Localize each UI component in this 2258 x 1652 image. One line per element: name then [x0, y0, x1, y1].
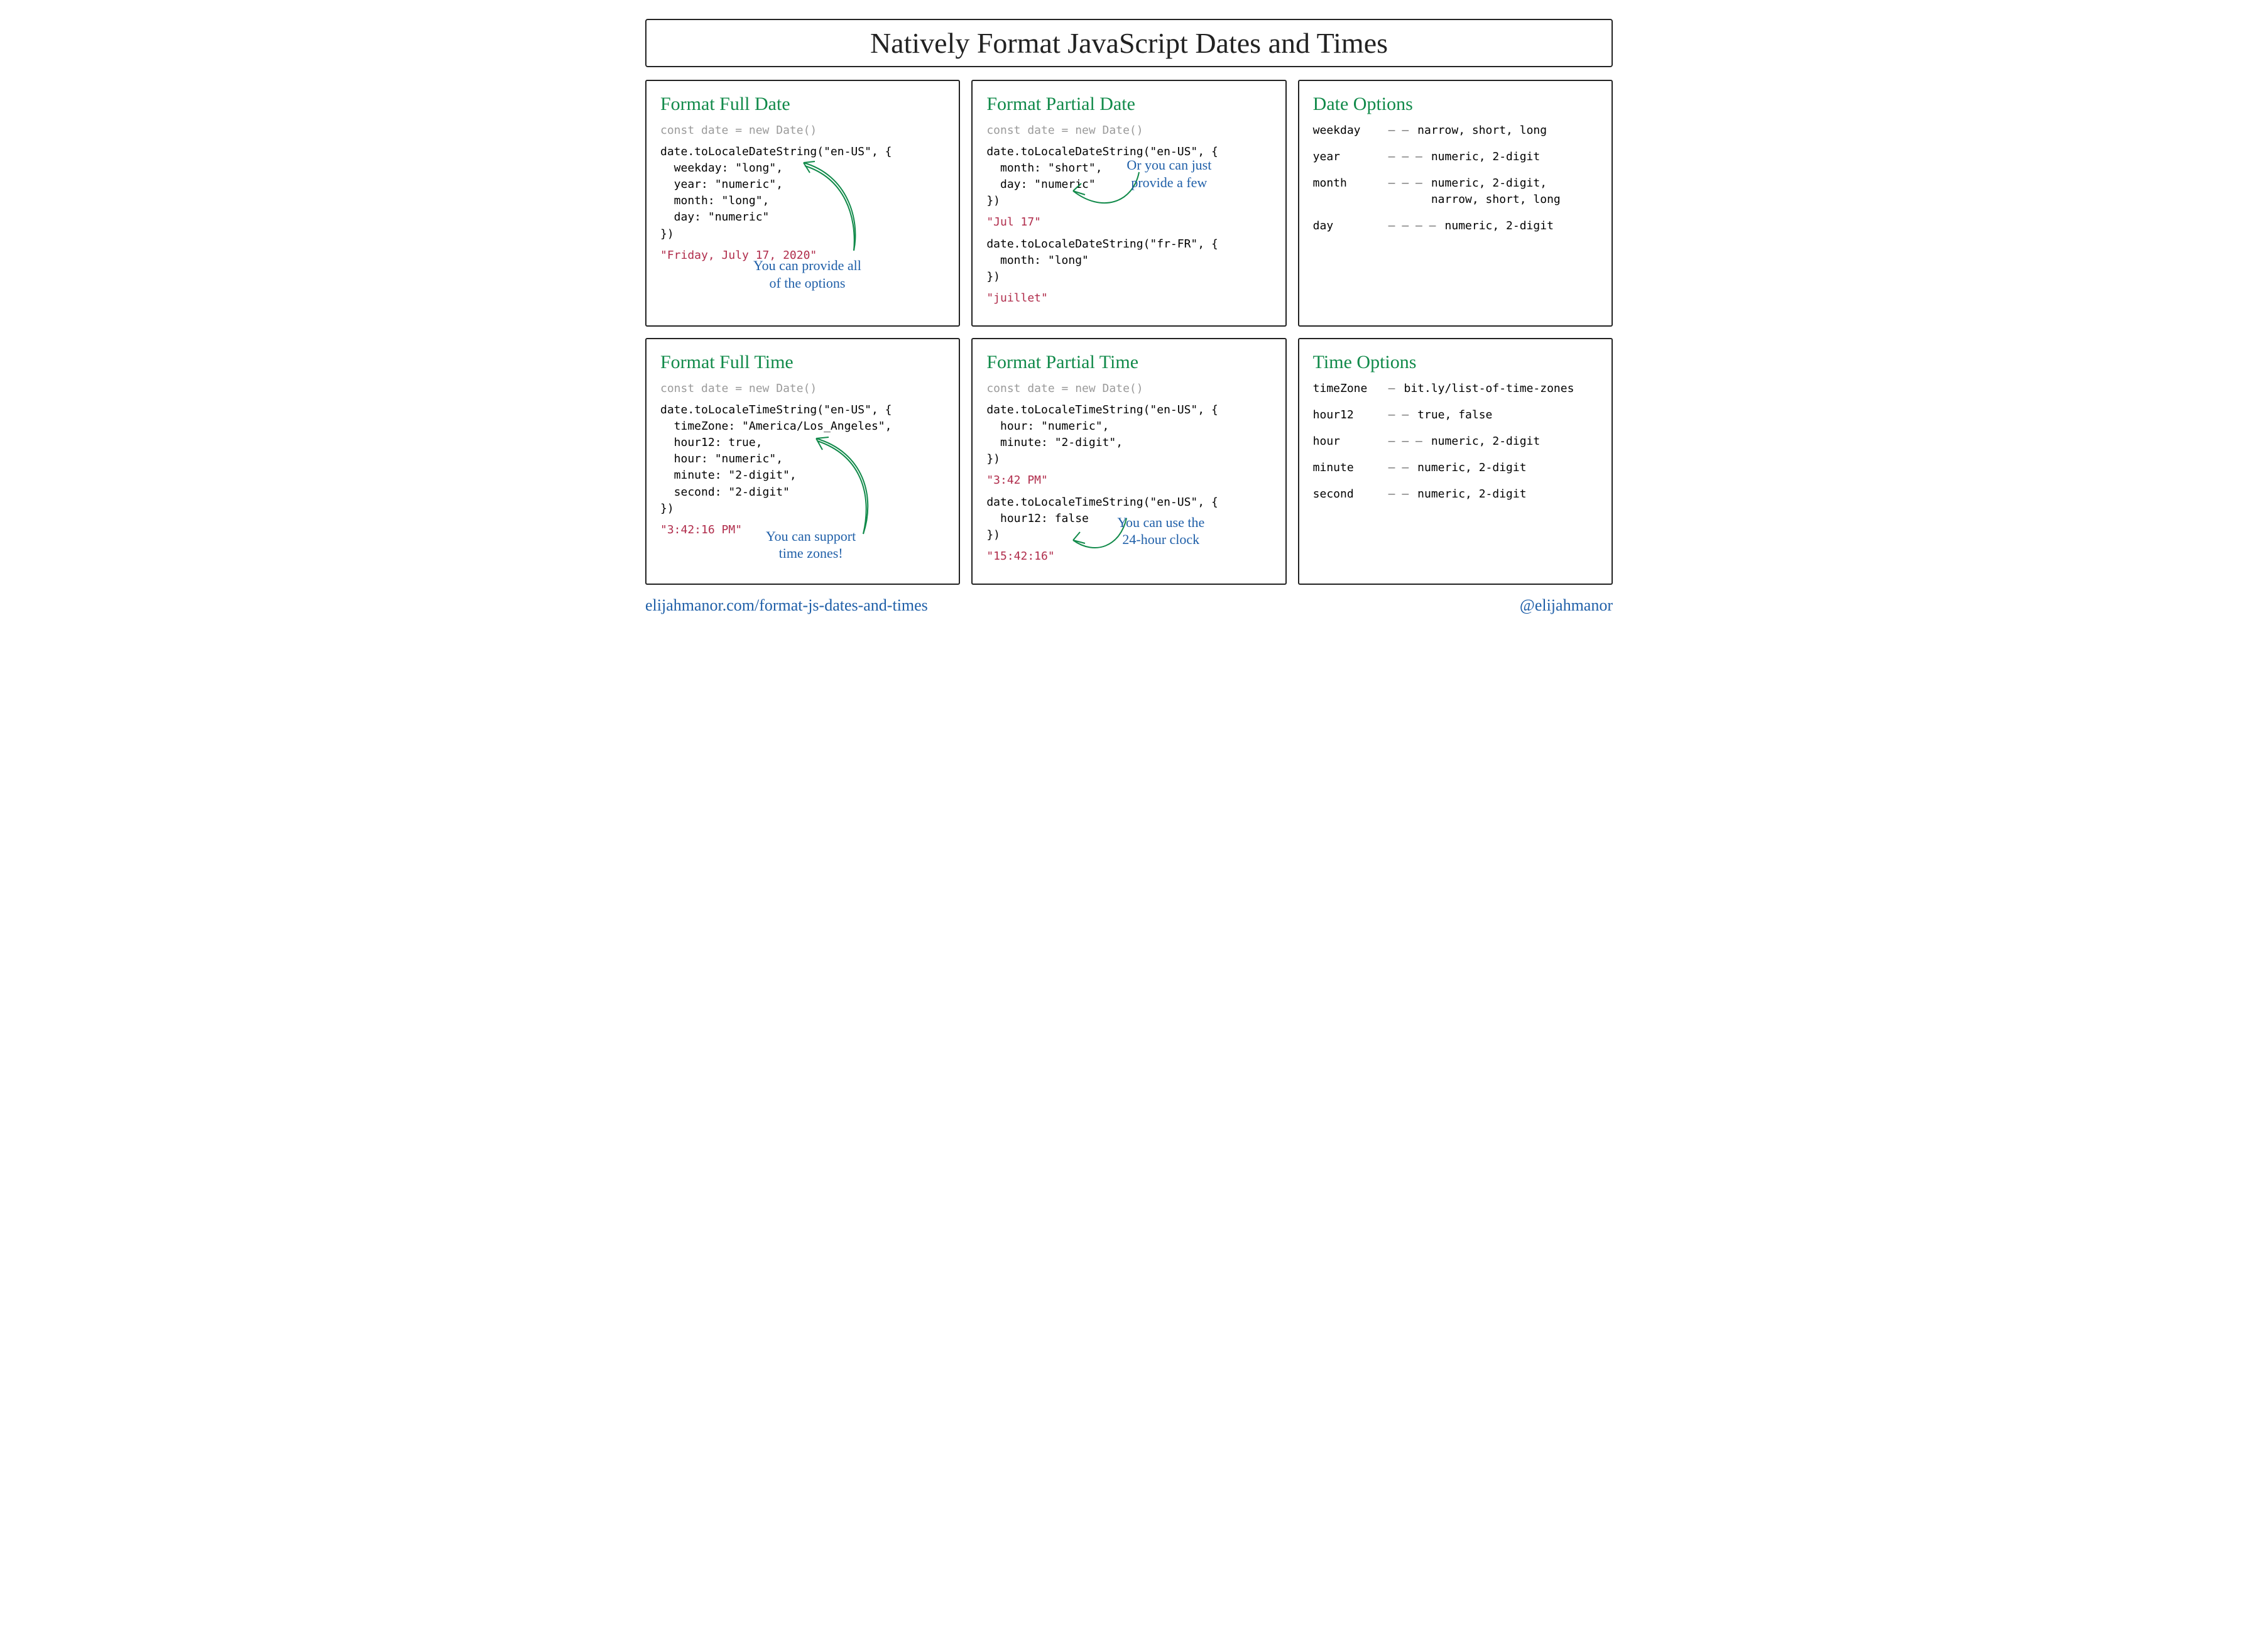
option-row: day — — — — numeric, 2-digit [1313, 218, 1598, 234]
code-output: "15:42:16" [986, 548, 1271, 565]
option-key: timeZone [1313, 381, 1388, 397]
option-key: hour12 [1313, 407, 1388, 423]
code-block: date.toLocaleDateString("fr-FR", { month… [986, 236, 1271, 285]
option-dash: — — [1388, 407, 1418, 423]
code-declaration: const date = new Date() [986, 122, 1271, 139]
option-row: month — — — numeric, 2-digit, narrow, sh… [1313, 175, 1598, 208]
option-key: day [1313, 218, 1388, 234]
panel-heading: Format Partial Date [986, 94, 1271, 115]
option-values: true, false [1417, 407, 1598, 423]
options-table: timeZone — bit.ly/list-of-time-zones hou… [1313, 381, 1598, 503]
option-key: weekday [1313, 122, 1388, 139]
option-key: minute [1313, 460, 1388, 476]
option-dash: — — — [1388, 433, 1431, 450]
page-title: Natively Format JavaScript Dates and Tim… [659, 26, 1599, 60]
option-row: year — — — numeric, 2-digit [1313, 149, 1598, 165]
code-output: "Jul 17" [986, 214, 1271, 231]
code-declaration: const date = new Date() [986, 381, 1271, 397]
page: Natively Format JavaScript Dates and Tim… [645, 19, 1613, 615]
code-block: date.toLocaleTimeString("en-US", { hour:… [986, 402, 1271, 467]
footer: elijahmanor.com/format-js-dates-and-time… [645, 596, 1613, 615]
code-block: date.toLocaleDateString("en-US", { month… [986, 144, 1271, 209]
panel-heading: Format Partial Time [986, 352, 1271, 373]
code-output: "Friday, July 17, 2020" [660, 247, 945, 264]
option-row: weekday — — narrow, short, long [1313, 122, 1598, 139]
code-block: date.toLocaleTimeString("en-US", { hour1… [986, 494, 1271, 543]
footer-handle: @elijahmanor [1520, 596, 1613, 615]
option-values: bit.ly/list-of-time-zones [1404, 381, 1598, 397]
option-values: numeric, 2-digit, narrow, short, long [1431, 175, 1598, 208]
panel-format-full-date: Format Full Date const date = new Date()… [645, 80, 960, 327]
code-block: date.toLocaleTimeString("en-US", { timeZ… [660, 402, 945, 517]
option-key: year [1313, 149, 1388, 165]
panel-grid: Format Full Date const date = new Date()… [645, 80, 1613, 585]
option-values: numeric, 2-digit [1445, 218, 1598, 234]
option-key: hour [1313, 433, 1388, 450]
panel-heading: Format Full Time [660, 352, 945, 373]
option-key: month [1313, 175, 1388, 208]
panel-heading: Format Full Date [660, 94, 945, 115]
code-output: "3:42 PM" [986, 472, 1271, 489]
option-row: hour — — — numeric, 2-digit [1313, 433, 1598, 450]
code-output: "juillet" [986, 290, 1271, 307]
option-row: minute — — numeric, 2-digit [1313, 460, 1598, 476]
option-dash: — — [1388, 486, 1418, 503]
option-values: numeric, 2-digit [1417, 460, 1598, 476]
panel-format-partial-time: Format Partial Time const date = new Dat… [971, 338, 1286, 585]
option-dash: — — — [1388, 175, 1431, 208]
options-table: weekday — — narrow, short, long year — —… [1313, 122, 1598, 234]
option-values: numeric, 2-digit [1431, 433, 1598, 450]
option-row: second — — numeric, 2-digit [1313, 486, 1598, 503]
code-block: date.toLocaleDateString("en-US", { weekd… [660, 144, 945, 242]
title-box: Natively Format JavaScript Dates and Tim… [645, 19, 1613, 67]
option-dash: — — [1388, 460, 1418, 476]
panel-date-options: Date Options weekday — — narrow, short, … [1298, 80, 1613, 327]
option-dash: — [1388, 381, 1404, 397]
option-row: timeZone — bit.ly/list-of-time-zones [1313, 381, 1598, 397]
panel-heading: Date Options [1313, 94, 1598, 115]
option-key: second [1313, 486, 1388, 503]
panel-format-partial-date: Format Partial Date const date = new Dat… [971, 80, 1286, 327]
code-declaration: const date = new Date() [660, 122, 945, 139]
panel-time-options: Time Options timeZone — bit.ly/list-of-t… [1298, 338, 1613, 585]
option-values: narrow, short, long [1417, 122, 1598, 139]
code-output: "3:42:16 PM" [660, 522, 945, 538]
panel-heading: Time Options [1313, 352, 1598, 373]
code-declaration: const date = new Date() [660, 381, 945, 397]
option-values: numeric, 2-digit [1417, 486, 1598, 503]
option-dash: — — [1388, 122, 1418, 139]
option-dash: — — — [1388, 149, 1431, 165]
option-row: hour12 — — true, false [1313, 407, 1598, 423]
panel-format-full-time: Format Full Time const date = new Date()… [645, 338, 960, 585]
footer-url: elijahmanor.com/format-js-dates-and-time… [645, 596, 928, 615]
option-dash: — — — — [1388, 218, 1445, 234]
option-values: numeric, 2-digit [1431, 149, 1598, 165]
